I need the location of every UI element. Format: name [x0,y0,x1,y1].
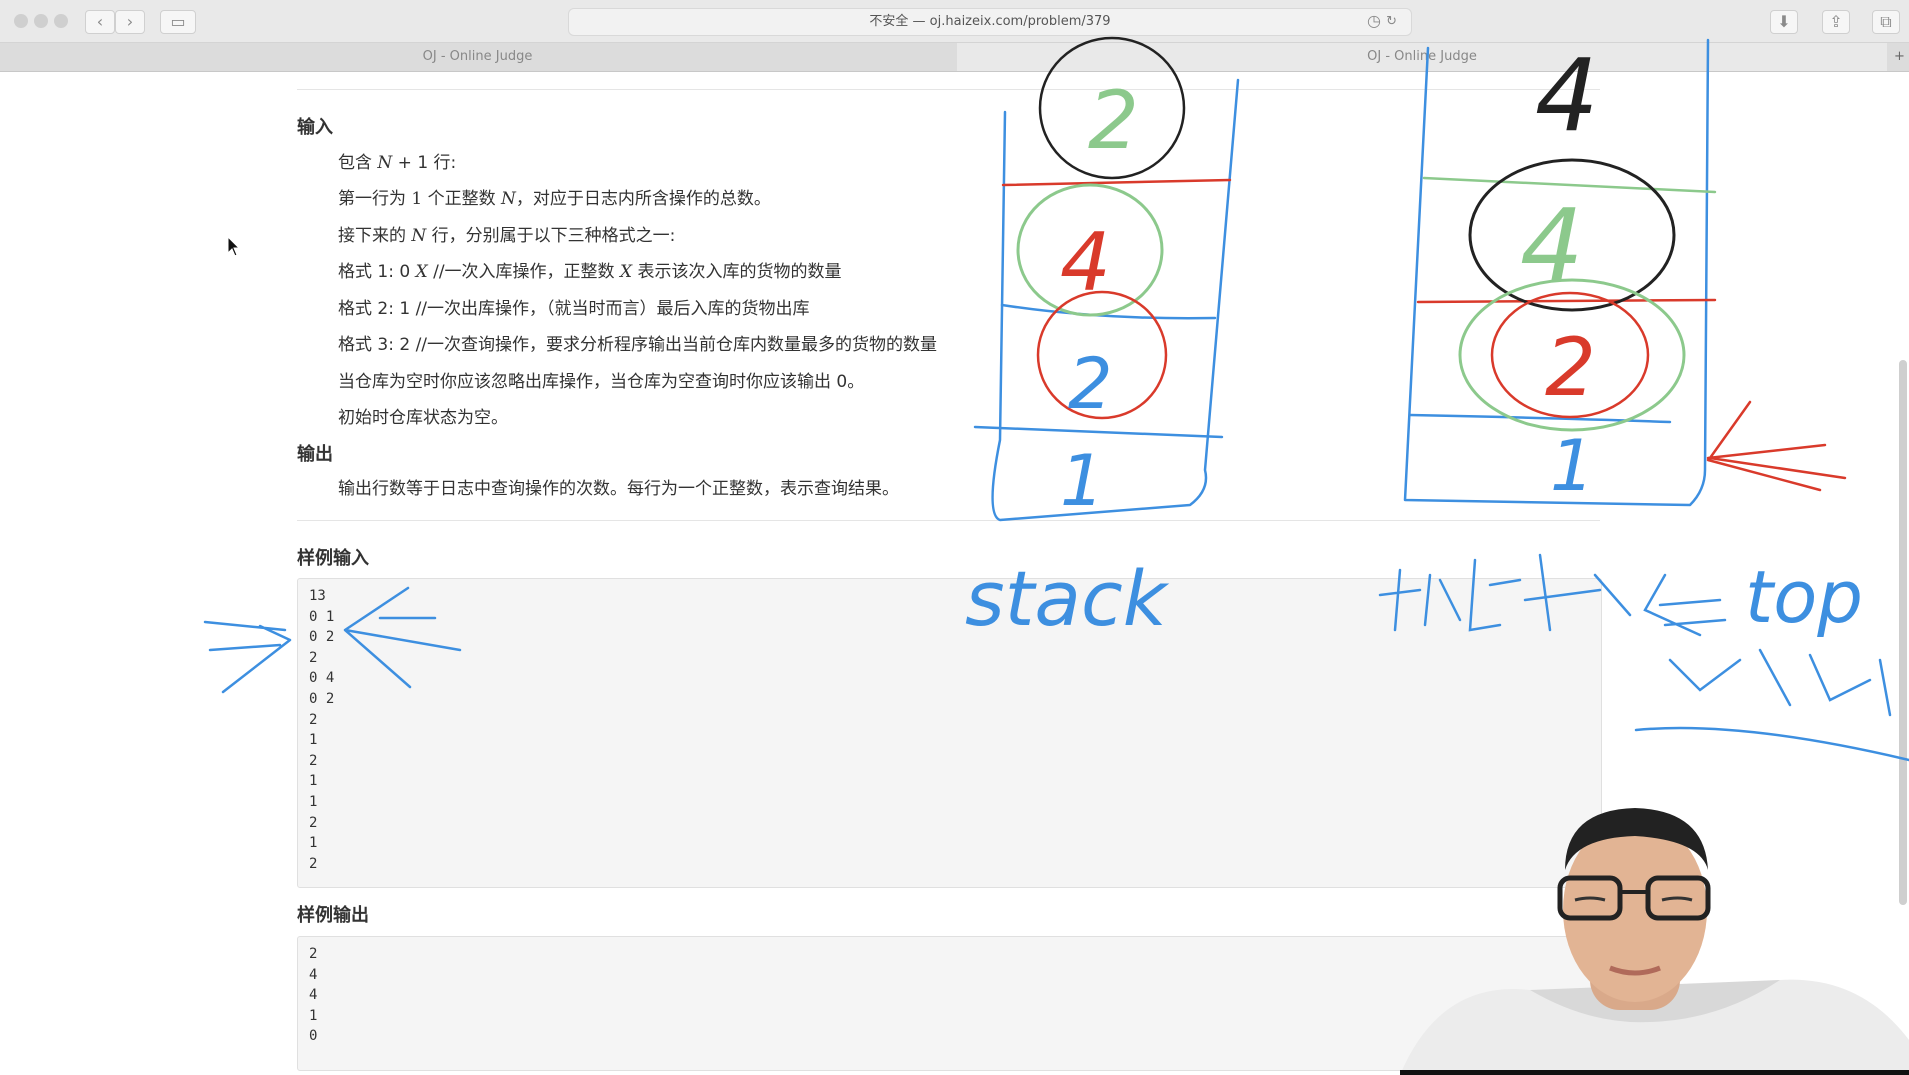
code-line: 2 [309,649,318,666]
input-line-7: 当仓库为空时你应该忽略出库操作，当仓库为空查询时你应该输出 0。 [338,372,865,392]
code-line: 13 [309,588,326,604]
sample-input-heading: 样例输入 [297,548,369,569]
minimize-window-icon[interactable] [34,14,48,28]
code-line: 1 [309,732,318,749]
history-icon[interactable]: ◷ [1362,10,1386,32]
input-line-2: 第一行为 1 个正整数 N，对应于日志内所含操作的总数。 [338,189,771,209]
back-button[interactable]: ‹ [85,10,115,34]
new-tab-icon[interactable]: + [1890,43,1909,71]
input-line-1: 包含 N + 1 行: [338,153,457,173]
close-window-icon[interactable] [14,14,28,28]
webcam-presenter-image [1400,808,1909,1075]
downloads-icon[interactable]: ⬇ [1770,10,1798,34]
tabs-overview-icon[interactable]: ⧉ [1872,10,1900,34]
input-line-5: 格式 2: 1 //一次出库操作，（就当时而言）最后入库的货物出库 [338,299,810,319]
tab-1[interactable]: OJ - Online Judge [0,43,955,71]
address-bar[interactable]: 不安全 — oj.haizeix.com/problem/379 ↻ [568,8,1412,36]
browser-toolbar: ‹ › ▭ 不安全 — oj.haizeix.com/problem/379 ↻… [0,0,1909,43]
input-line-6: 格式 3: 2 //一次查询操作，要求分析程序输出当前仓库内数量最多的货物的数量 [338,335,938,355]
code-line: 0 1 [309,608,335,625]
input-line-8: 初始时仓库状态为空。 [338,408,508,428]
tab-bar: OJ - Online Judge OJ - Online Judge + [0,43,1909,72]
divider [297,89,1600,90]
code-line: 0 2 [309,690,335,707]
sample-output-heading: 样例输出 [297,905,369,926]
output-heading: 输出 [297,444,333,465]
input-line-4: 格式 1: 0 X //一次入库操作，正整数 X 表示该次入库的货物的数量 [338,262,842,282]
tab-2[interactable]: OJ - Online Judge [957,43,1887,71]
divider [297,520,1600,521]
code-line: 1 [309,773,318,790]
reload-icon[interactable]: ↻ [1386,9,1397,35]
forward-button[interactable]: › [115,10,145,34]
mouse-cursor-icon [227,236,241,257]
code-line: 0 2 [309,629,335,646]
code-line: 2 [309,752,318,769]
input-line-3: 接下来的 N 行，分别属于以下三种格式之一: [338,226,676,246]
code-line: 2 [309,711,318,728]
zoom-window-icon[interactable] [54,14,68,28]
sidebar-toggle-icon[interactable]: ▭ [160,10,196,34]
output-line: 输出行数等于日志中查询操作的次数。每行为一个正整数，表示查询结果。 [338,479,899,499]
share-icon[interactable]: ⇪ [1822,10,1850,34]
code-line: 0 4 [309,670,335,687]
input-heading: 输入 [297,117,333,138]
url-text: 不安全 — oj.haizeix.com/problem/379 [869,14,1111,29]
